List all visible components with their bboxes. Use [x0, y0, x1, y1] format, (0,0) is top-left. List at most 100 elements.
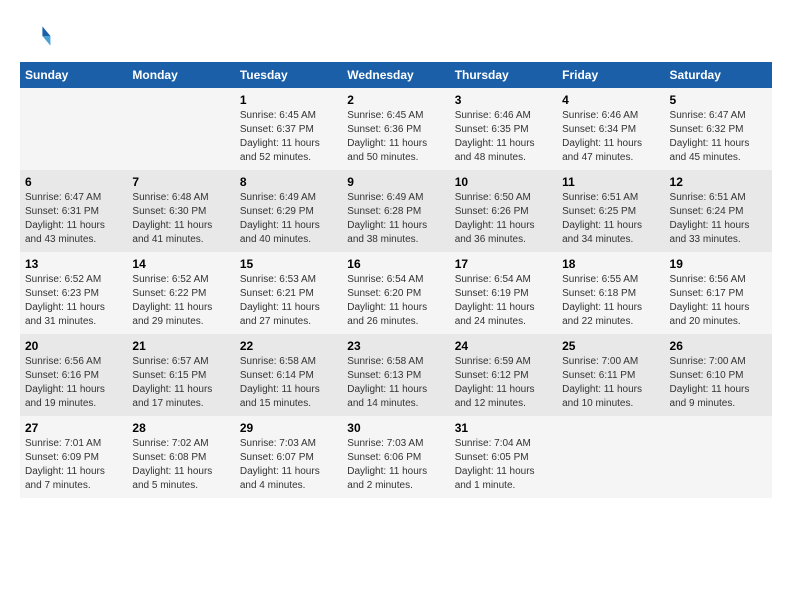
day-info: Sunrise: 7:00 AM Sunset: 6:10 PM Dayligh…: [670, 355, 767, 411]
calendar-cell: 7 Sunrise: 6:48 AM Sunset: 6:30 PM Daylig…: [127, 170, 234, 252]
day-number: 19: [670, 257, 767, 271]
logo-icon: [20, 20, 52, 52]
day-number: 7: [132, 175, 229, 189]
calendar-week-row: 20 Sunrise: 6:56 AM Sunset: 6:16 PM Dayli…: [20, 334, 772, 416]
calendar-cell: 17Sunrise: 6:54 AM Sunset: 6:19 PM Dayli…: [450, 252, 557, 334]
day-number: 20: [25, 339, 122, 353]
day-info: Sunrise: 6:59 AM Sunset: 6:12 PM Dayligh…: [455, 355, 552, 411]
day-number: 12: [670, 175, 767, 189]
calendar-cell: 9 Sunrise: 6:49 AM Sunset: 6:28 PM Daylig…: [342, 170, 449, 252]
calendar-table: SundayMondayTuesdayWednesdayThursdayFrid…: [20, 62, 772, 498]
day-info: Sunrise: 6:51 AM Sunset: 6:24 PM Dayligh…: [670, 191, 767, 247]
day-info: Sunrise: 6:51 AM Sunset: 6:25 PM Dayligh…: [562, 191, 659, 247]
weekday-header-friday: Friday: [557, 62, 664, 88]
calendar-week-row: 13 Sunrise: 6:52 AM Sunset: 6:23 PM Dayli…: [20, 252, 772, 334]
day-info: Sunrise: 6:55 AM Sunset: 6:18 PM Dayligh…: [562, 273, 659, 329]
day-number: 18: [562, 257, 659, 271]
calendar-cell: 25Sunrise: 7:00 AM Sunset: 6:11 PM Dayli…: [557, 334, 664, 416]
day-number: 8: [240, 175, 337, 189]
day-number: 1: [240, 93, 337, 107]
calendar-cell: 10Sunrise: 6:50 AM Sunset: 6:26 PM Dayli…: [450, 170, 557, 252]
day-info: Sunrise: 6:53 AM Sunset: 6:21 PM Dayligh…: [240, 273, 337, 329]
day-info: Sunrise: 6:52 AM Sunset: 6:22 PM Dayligh…: [132, 273, 229, 329]
calendar-cell: 5 Sunrise: 6:47 AM Sunset: 6:32 PM Daylig…: [665, 88, 772, 170]
page-header: [20, 20, 772, 52]
day-info: Sunrise: 6:58 AM Sunset: 6:14 PM Dayligh…: [240, 355, 337, 411]
weekday-header-sunday: Sunday: [20, 62, 127, 88]
day-number: 4: [562, 93, 659, 107]
day-number: 21: [132, 339, 229, 353]
weekday-header-thursday: Thursday: [450, 62, 557, 88]
calendar-cell: 6Sunrise: 6:47 AM Sunset: 6:31 PM Daylig…: [20, 170, 127, 252]
calendar-cell: 12 Sunrise: 6:51 AM Sunset: 6:24 PM Dayli…: [665, 170, 772, 252]
day-number: 23: [347, 339, 444, 353]
calendar-cell: 1 Sunrise: 6:45 AM Sunset: 6:37 PM Daylig…: [235, 88, 342, 170]
day-number: 29: [240, 421, 337, 435]
calendar-cell: 14 Sunrise: 6:52 AM Sunset: 6:22 PM Dayli…: [127, 252, 234, 334]
day-info: Sunrise: 7:03 AM Sunset: 6:07 PM Dayligh…: [240, 437, 337, 493]
calendar-cell: 15 Sunrise: 6:53 AM Sunset: 6:21 PM Dayli…: [235, 252, 342, 334]
calendar-cell: 23 Sunrise: 6:58 AM Sunset: 6:13 PM Dayli…: [342, 334, 449, 416]
calendar-cell: 29 Sunrise: 7:03 AM Sunset: 6:07 PM Dayli…: [235, 416, 342, 498]
calendar-cell: [20, 88, 127, 170]
day-info: Sunrise: 6:49 AM Sunset: 6:29 PM Dayligh…: [240, 191, 337, 247]
calendar-cell: 28 Sunrise: 7:02 AM Sunset: 6:08 PM Dayli…: [127, 416, 234, 498]
day-info: Sunrise: 6:54 AM Sunset: 6:20 PM Dayligh…: [347, 273, 444, 329]
day-info: Sunrise: 7:01 AM Sunset: 6:09 PM Dayligh…: [25, 437, 122, 493]
day-number: 9: [347, 175, 444, 189]
day-number: 24: [455, 339, 552, 353]
calendar-cell: 11 Sunrise: 6:51 AM Sunset: 6:25 PM Dayli…: [557, 170, 664, 252]
day-number: 27: [25, 421, 122, 435]
day-info: Sunrise: 7:02 AM Sunset: 6:08 PM Dayligh…: [132, 437, 229, 493]
weekday-header-saturday: Saturday: [665, 62, 772, 88]
day-info: Sunrise: 6:48 AM Sunset: 6:30 PM Dayligh…: [132, 191, 229, 247]
day-number: 28: [132, 421, 229, 435]
calendar-cell: 16 Sunrise: 6:54 AM Sunset: 6:20 PM Dayli…: [342, 252, 449, 334]
calendar-cell: 4Sunrise: 6:46 AM Sunset: 6:34 PM Daylig…: [557, 88, 664, 170]
day-number: 11: [562, 175, 659, 189]
day-info: Sunrise: 6:47 AM Sunset: 6:31 PM Dayligh…: [25, 191, 122, 247]
day-number: 31: [455, 421, 552, 435]
day-info: Sunrise: 6:49 AM Sunset: 6:28 PM Dayligh…: [347, 191, 444, 247]
weekday-header-wednesday: Wednesday: [342, 62, 449, 88]
calendar-cell: [557, 416, 664, 498]
day-info: Sunrise: 6:57 AM Sunset: 6:15 PM Dayligh…: [132, 355, 229, 411]
day-number: 13: [25, 257, 122, 271]
day-info: Sunrise: 6:50 AM Sunset: 6:26 PM Dayligh…: [455, 191, 552, 247]
weekday-header-tuesday: Tuesday: [235, 62, 342, 88]
day-number: 26: [670, 339, 767, 353]
calendar-cell: 31 Sunrise: 7:04 AM Sunset: 6:05 PM Dayli…: [450, 416, 557, 498]
calendar-cell: [127, 88, 234, 170]
calendar-cell: 26 Sunrise: 7:00 AM Sunset: 6:10 PM Dayli…: [665, 334, 772, 416]
calendar-cell: 18 Sunrise: 6:55 AM Sunset: 6:18 PM Dayli…: [557, 252, 664, 334]
day-info: Sunrise: 6:58 AM Sunset: 6:13 PM Dayligh…: [347, 355, 444, 411]
day-number: 30: [347, 421, 444, 435]
calendar-week-row: 27 Sunrise: 7:01 AM Sunset: 6:09 PM Dayli…: [20, 416, 772, 498]
day-number: 2: [347, 93, 444, 107]
calendar-cell: 8 Sunrise: 6:49 AM Sunset: 6:29 PM Daylig…: [235, 170, 342, 252]
day-number: 14: [132, 257, 229, 271]
day-info: Sunrise: 6:56 AM Sunset: 6:17 PM Dayligh…: [670, 273, 767, 329]
calendar-week-row: 1 Sunrise: 6:45 AM Sunset: 6:37 PM Daylig…: [20, 88, 772, 170]
day-info: Sunrise: 6:52 AM Sunset: 6:23 PM Dayligh…: [25, 273, 122, 329]
weekday-header-monday: Monday: [127, 62, 234, 88]
day-number: 3: [455, 93, 552, 107]
day-number: 17: [455, 257, 552, 271]
day-number: 22: [240, 339, 337, 353]
day-info: Sunrise: 7:00 AM Sunset: 6:11 PM Dayligh…: [562, 355, 659, 411]
day-number: 5: [670, 93, 767, 107]
day-number: 16: [347, 257, 444, 271]
calendar-cell: 20 Sunrise: 6:56 AM Sunset: 6:16 PM Dayli…: [20, 334, 127, 416]
calendar-cell: 30 Sunrise: 7:03 AM Sunset: 6:06 PM Dayli…: [342, 416, 449, 498]
day-info: Sunrise: 6:56 AM Sunset: 6:16 PM Dayligh…: [25, 355, 122, 411]
day-info: Sunrise: 6:46 AM Sunset: 6:35 PM Dayligh…: [455, 109, 552, 165]
day-info: Sunrise: 7:04 AM Sunset: 6:05 PM Dayligh…: [455, 437, 552, 493]
logo: [20, 20, 56, 52]
weekday-header-row: SundayMondayTuesdayWednesdayThursdayFrid…: [20, 62, 772, 88]
calendar-cell: 22 Sunrise: 6:58 AM Sunset: 6:14 PM Dayli…: [235, 334, 342, 416]
day-number: 15: [240, 257, 337, 271]
day-info: Sunrise: 7:03 AM Sunset: 6:06 PM Dayligh…: [347, 437, 444, 493]
day-info: Sunrise: 6:45 AM Sunset: 6:37 PM Dayligh…: [240, 109, 337, 165]
day-info: Sunrise: 6:47 AM Sunset: 6:32 PM Dayligh…: [670, 109, 767, 165]
calendar-cell: 27 Sunrise: 7:01 AM Sunset: 6:09 PM Dayli…: [20, 416, 127, 498]
